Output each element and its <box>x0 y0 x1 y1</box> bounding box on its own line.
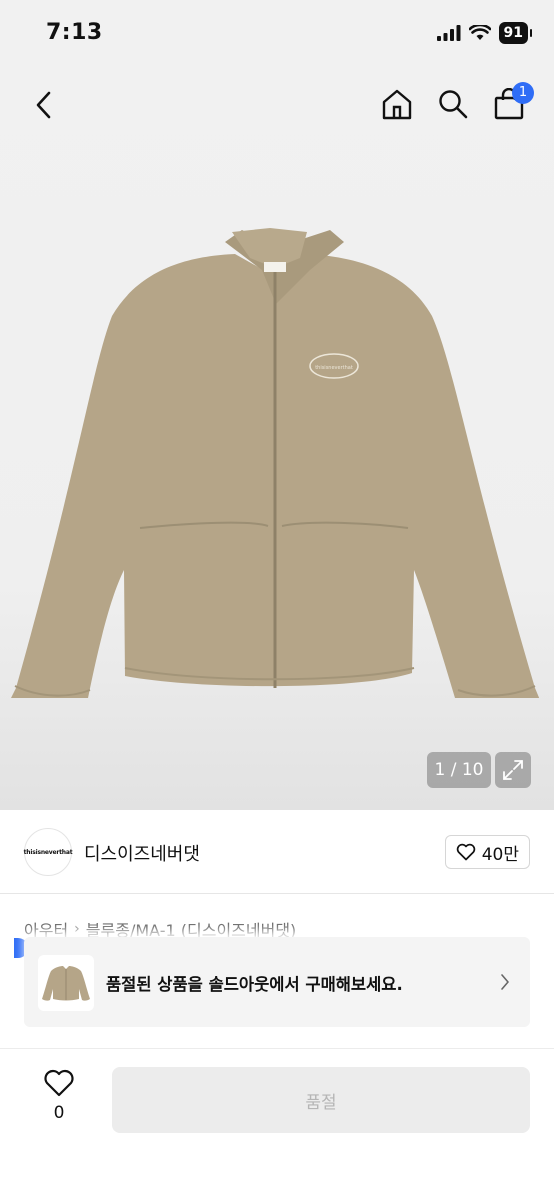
bottom-action-bar: 0 품절 <box>0 1048 554 1200</box>
status-time: 7:13 <box>46 20 103 45</box>
brand-row: thisisneverthat 디스이즈네버댓 40만 <box>0 820 554 894</box>
heart-icon <box>44 1069 74 1097</box>
expand-image-button[interactable] <box>495 752 531 788</box>
soldout-banner-text: 품절된 상품을 솔드아웃에서 구매해보세요. <box>106 975 403 994</box>
wifi-icon <box>468 25 491 40</box>
heart-icon <box>456 843 475 861</box>
top-nav-actions: 1 <box>380 82 534 122</box>
product-image: thisisneverthat <box>11 228 540 698</box>
soldout-banner[interactable]: 품절된 상품을 솔드아웃에서 구매해보세요. <box>24 937 530 1027</box>
brand-like-button[interactable]: 40만 <box>444 835 530 869</box>
image-counter: 1 / 10 <box>427 752 491 788</box>
home-button[interactable] <box>380 86 414 122</box>
brand-like-count: 40만 <box>481 844 519 865</box>
search-icon <box>439 90 468 119</box>
wishlist-button[interactable]: 0 <box>38 1069 80 1123</box>
jacket-thumbnail-icon <box>42 966 90 1001</box>
wishlist-count: 0 <box>53 1103 65 1123</box>
chevron-right-icon <box>501 974 509 990</box>
banner-product-thumbnail <box>38 955 94 1011</box>
brand-logo[interactable]: thisisneverthat <box>24 828 73 876</box>
back-button[interactable] <box>28 88 58 122</box>
status-bar: 7:13 91 <box>0 0 554 68</box>
cart-button[interactable]: 1 <box>492 82 534 122</box>
home-icon <box>382 89 412 120</box>
soldout-purchase-button[interactable]: 품절 <box>112 1067 530 1133</box>
product-gallery[interactable]: 1 thisisneverthat 1 / 10 <box>0 68 554 810</box>
brand-name[interactable]: 디스이즈네버댓 <box>84 840 200 866</box>
chevron-right-icon: › <box>74 921 80 937</box>
search-button[interactable] <box>436 86 470 122</box>
expand-icon <box>503 760 523 780</box>
cart-count-badge: 1 <box>512 82 534 104</box>
battery-indicator: 91 <box>498 22 533 44</box>
chevron-left-icon <box>36 91 51 119</box>
signal-icon <box>436 25 461 41</box>
status-icons: 91 <box>436 22 533 44</box>
product-logo-text: thisisneverthat <box>315 365 353 371</box>
